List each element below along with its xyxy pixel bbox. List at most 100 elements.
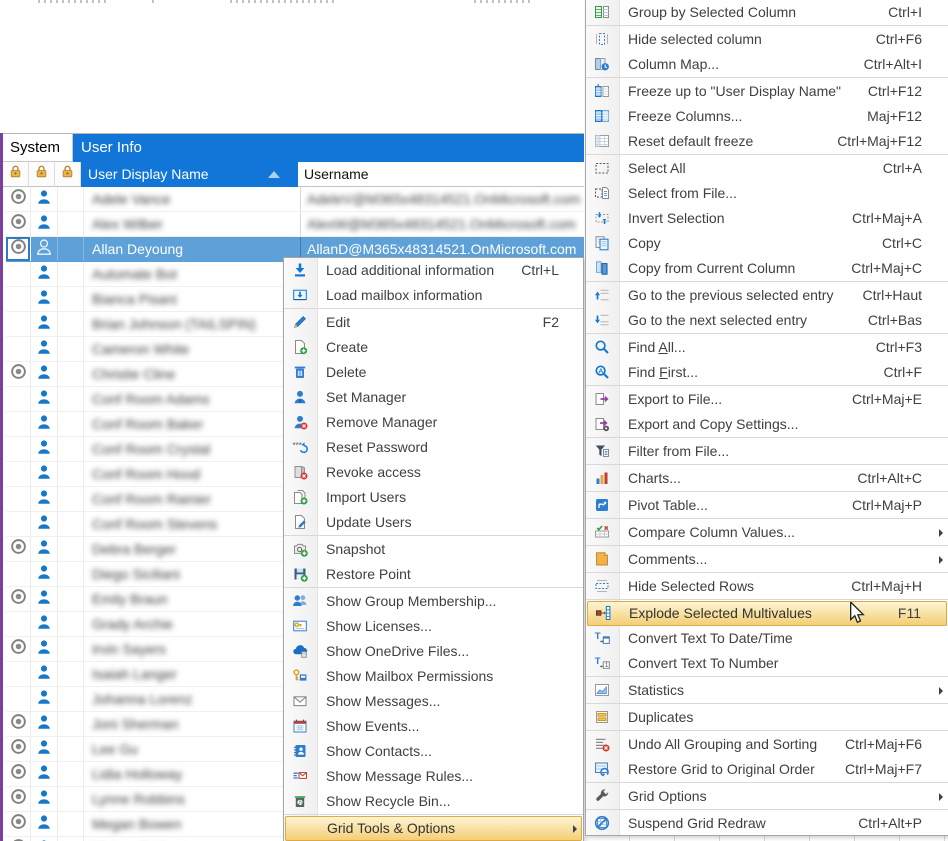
duplicates-icon xyxy=(594,709,610,725)
menu-item-group-by-selected-column[interactable]: Group by Selected ColumnCtrl+I xyxy=(586,0,948,25)
load-additional-icon xyxy=(292,262,308,278)
menu-item-show-message-rules[interactable]: Show Message Rules... xyxy=(284,764,583,789)
find-all-icon xyxy=(594,339,610,355)
menu-item-show-messages[interactable]: Show Messages... xyxy=(284,689,583,714)
menu-item-create[interactable]: Create xyxy=(284,335,583,360)
menu-item-show-contacts[interactable]: Show Contacts... xyxy=(284,739,583,764)
cell-user-display-name: Johanna Lorenz xyxy=(84,687,300,711)
menu-item-label: Charts... xyxy=(628,466,681,491)
menu-item-statistics[interactable]: Statistics xyxy=(586,678,948,703)
menu-item-select-all[interactable]: Select AllCtrl+A xyxy=(586,156,948,181)
menu-item-charts[interactable]: Charts...Ctrl+Alt+C xyxy=(586,466,948,491)
table-row[interactable]: Adele VanceAdeleV@M365x48314521.OnMicros… xyxy=(6,187,584,212)
user-icon xyxy=(35,513,53,536)
onedrive-icon xyxy=(292,643,308,659)
menu-item-go-to-the-previous-selected-entry[interactable]: Go to the previous selected entryCtrl+Ha… xyxy=(586,283,948,308)
row-marker-cell xyxy=(6,812,31,836)
table-row[interactable]: Alex WilberAlexW@M365x48314521.OnMicroso… xyxy=(6,212,584,237)
menu-item-restore-grid-to-original-order[interactable]: Restore Grid to Original OrderCtrl+Maj+F… xyxy=(586,757,948,782)
select-file-icon xyxy=(594,185,610,201)
menu-item-comments[interactable]: Comments... xyxy=(586,547,948,572)
menu-item-edit[interactable]: EditF2 xyxy=(284,310,583,335)
menu-item-label: Edit xyxy=(326,310,350,335)
menu-item-remove-manager[interactable]: Remove Manager xyxy=(284,410,583,435)
menu-item-show-licenses[interactable]: Show Licenses... xyxy=(284,614,583,639)
menu-item-freeze-columns[interactable]: Freeze Columns...Maj+F12 xyxy=(586,104,948,129)
menu-item-copy[interactable]: CopyCtrl+C xyxy=(586,231,948,256)
user-icon xyxy=(35,563,53,586)
menu-item-restore-point[interactable]: Restore Point xyxy=(284,562,583,587)
row-type-cell xyxy=(31,512,58,536)
row-type-cell xyxy=(31,737,58,761)
row-type-cell xyxy=(31,637,58,661)
menu-item-import-users[interactable]: Import Users xyxy=(284,485,583,510)
menu-item-find-first[interactable]: AFind First...Ctrl+F xyxy=(586,360,948,385)
menu-item-duplicates[interactable]: Duplicates xyxy=(586,705,948,730)
menu-item-column-map[interactable]: Column Map...Ctrl+Alt+I xyxy=(586,52,948,77)
menu-item-reset-default-freeze[interactable]: Reset default freezeCtrl+Maj+F12 xyxy=(586,129,948,154)
events-icon xyxy=(292,718,308,734)
cell-user-display-name: Brian Johnson (TAILSPIN) xyxy=(84,312,300,336)
menu-item-hide-selected-rows[interactable]: Hide Selected RowsCtrl+Maj+H xyxy=(586,574,948,599)
menu-item-label: Import Users xyxy=(326,485,406,510)
menu-item-label: Go to the previous selected entry xyxy=(628,283,833,308)
cell-user-display-name: Emily Braun xyxy=(84,587,300,611)
export-file-icon xyxy=(594,391,610,407)
menu-item-show-group-membership[interactable]: Show Group Membership... xyxy=(284,589,583,614)
menu-item-show-onedrive-files[interactable]: Show OneDrive Files... xyxy=(284,639,583,664)
menu-item-explode-selected-multivalues[interactable]: Explode Selected MultivaluesF11 xyxy=(587,601,947,626)
menu-item-reset-password[interactable]: ***Reset Password xyxy=(284,435,583,460)
menu-item-show-recycle-bin[interactable]: Show Recycle Bin... xyxy=(284,789,583,814)
menu-item-snapshot[interactable]: Snapshot xyxy=(284,537,583,562)
menu-item-label: Show Recycle Bin... xyxy=(326,789,451,814)
user-icon xyxy=(35,588,53,611)
menu-item-load-additional-information[interactable]: Load additional informationCtrl+L xyxy=(284,258,583,283)
menu-item-load-mailbox-information[interactable]: Load mailbox information xyxy=(284,283,583,308)
menu-item-undo-all-grouping-and-sorting[interactable]: Undo All Grouping and SortingCtrl+Maj+F6 xyxy=(586,732,948,757)
column-header-user-display-name[interactable]: User Display Name xyxy=(81,162,298,187)
menu-item-update-users[interactable]: Update Users xyxy=(284,510,583,535)
menu-item-show-events[interactable]: Show Events... xyxy=(284,714,583,739)
suspend-icon xyxy=(594,815,610,831)
invert-selection-icon xyxy=(594,210,610,226)
menu-item-compare-column-values[interactable]: Compare Column Values... xyxy=(586,520,948,545)
menu-item-show-mailbox-permissions[interactable]: Show Mailbox Permissions xyxy=(284,664,583,689)
wrench-icon xyxy=(594,788,610,804)
menu-item-delete[interactable]: Delete xyxy=(284,360,583,385)
menu-item-set-manager[interactable]: Set Manager xyxy=(284,385,583,410)
menu-item-export-to-file[interactable]: Export to File...Ctrl+Maj+E xyxy=(586,387,948,412)
row-type-cell xyxy=(31,362,58,386)
menu-item-go-to-the-next-selected-entry[interactable]: Go to the next selected entryCtrl+Bas xyxy=(586,308,948,333)
svg-text:***: *** xyxy=(293,441,303,450)
submenu-arrow-icon xyxy=(573,825,577,833)
menu-item-grid-tools-options[interactable]: Grid Tools & Options xyxy=(285,816,582,841)
snapshot-icon xyxy=(292,541,308,557)
menu-item-label: Show Message Rules... xyxy=(326,764,473,789)
cell-user-display-name: Megan Bowen xyxy=(84,812,300,836)
menu-item-freeze-up-to-user-display-name[interactable]: Freeze up to "User Display Name"Ctrl+F12 xyxy=(586,79,948,104)
row-marker-cell xyxy=(6,737,31,761)
menu-item-grid-options[interactable]: Grid Options xyxy=(586,784,948,809)
menu-item-label: Remove Manager xyxy=(326,410,437,435)
row-spare-cell xyxy=(58,187,84,211)
menu-item-convert-text-to-number[interactable]: T1Convert Text To Number xyxy=(586,651,948,676)
user-icon xyxy=(35,613,53,636)
menu-item-invert-selection[interactable]: Invert SelectionCtrl+Maj+A xyxy=(586,206,948,231)
menu-item-revoke-access[interactable]: Revoke access xyxy=(284,460,583,485)
row-spare-cell xyxy=(58,512,84,536)
row-marker-cell xyxy=(6,237,31,261)
column-header-username[interactable]: Username xyxy=(298,162,584,187)
menu-item-label: Reset default freeze xyxy=(628,129,753,154)
menu-item-find-all[interactable]: Find All...Ctrl+F3 xyxy=(586,335,948,360)
menu-item-convert-text-to-date-time[interactable]: TConvert Text To Date/Time xyxy=(586,626,948,651)
menu-item-select-from-file[interactable]: Select from File... xyxy=(586,181,948,206)
menu-item-hide-selected-column[interactable]: Hide selected columnCtrl+F6 xyxy=(586,27,948,52)
menu-item-filter-from-file[interactable]: Filter from File... xyxy=(586,439,948,464)
band-user-info[interactable]: User Info xyxy=(73,134,584,162)
menu-item-suspend-grid-redraw[interactable]: Suspend Grid RedrawCtrl+Alt+P xyxy=(586,811,948,836)
menu-item-label: Pivot Table... xyxy=(628,493,708,518)
menu-item-pivot-table[interactable]: Pivot Table...Ctrl+Maj+P xyxy=(586,493,948,518)
band-system[interactable]: System xyxy=(3,134,73,162)
menu-item-export-and-copy-settings[interactable]: Export and Copy Settings... xyxy=(586,412,948,437)
menu-item-copy-from-current-column[interactable]: Copy from Current ColumnCtrl+Maj+C xyxy=(586,256,948,281)
